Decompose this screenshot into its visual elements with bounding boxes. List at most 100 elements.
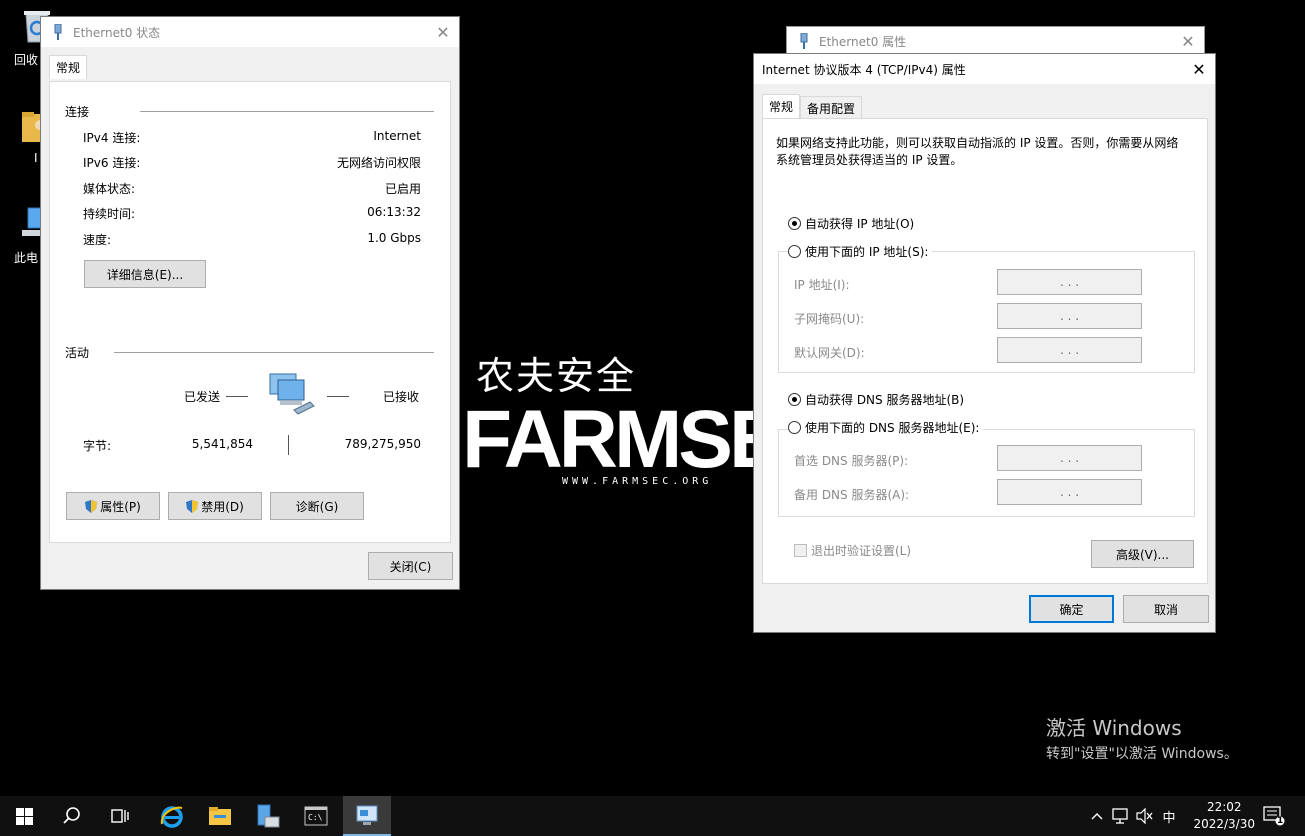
clock[interactable]: 22:02 2022/3/30 bbox=[1193, 799, 1255, 833]
radio-dot bbox=[788, 393, 801, 406]
validate-on-exit-checkbox[interactable]: 退出时验证设置(L) bbox=[794, 542, 911, 559]
description-text: 如果网络支持此功能，则可以获取自动指派的 IP 设置。否则，你需要从网络系统管理… bbox=[776, 136, 1179, 167]
watermark-subtitle: 转到"设置"以激活 Windows。 bbox=[1046, 746, 1238, 762]
logo-wordmark: FARMSE bbox=[462, 394, 784, 485]
tab-panel-general: 如果网络支持此功能，则可以获取自动指派的 IP 设置。否则，你需要从网络系统管理… bbox=[762, 118, 1208, 584]
alternate-dns-field[interactable]: . . . bbox=[997, 479, 1142, 505]
bytes-sent-value: 5,541,854 bbox=[191, 437, 253, 451]
task-view-button[interactable] bbox=[96, 796, 144, 836]
tab-general[interactable]: 常规 bbox=[762, 94, 801, 118]
network-connections-icon bbox=[356, 805, 378, 825]
volume-muted-icon bbox=[1136, 808, 1153, 824]
details-button[interactable]: 详细信息(E)... bbox=[84, 260, 206, 288]
tcpipv4-properties-dialog: Internet 协议版本 4 (TCP/IPv4) 属性 ✕ 常规 备用配置 … bbox=[753, 53, 1216, 633]
speed-value: 1.0 Gbps bbox=[367, 231, 421, 245]
internet-explorer-button[interactable] bbox=[148, 796, 196, 836]
media-state-label: 媒体状态: bbox=[83, 182, 136, 196]
disable-button[interactable]: 禁用(D) bbox=[168, 492, 262, 520]
manual-dns-radio[interactable]: 使用下面的 DNS 服务器地址(E): bbox=[788, 419, 984, 436]
bytes-divider bbox=[288, 435, 289, 455]
manual-ip-label: 使用下面的 IP 地址(S): bbox=[805, 245, 929, 259]
internet-explorer-icon bbox=[160, 806, 183, 828]
preferred-dns-field[interactable]: . . . bbox=[997, 445, 1142, 471]
start-icon bbox=[15, 807, 33, 825]
sent-line bbox=[226, 396, 248, 397]
title-bar[interactable]: Ethernet0 状态 ✕ bbox=[41, 17, 459, 47]
uac-shield-icon bbox=[85, 499, 98, 513]
default-gateway-field[interactable]: . . . bbox=[997, 337, 1142, 363]
manual-ip-radio[interactable]: 使用下面的 IP 地址(S): bbox=[788, 243, 933, 260]
cancel-button[interactable]: 取消 bbox=[1123, 595, 1209, 623]
properties-button-label: 属性(P) bbox=[100, 499, 141, 514]
chevron-up-icon bbox=[1091, 813, 1103, 820]
activate-windows-watermark: 激活 Windows 转到"设置"以激活 Windows。 bbox=[1046, 712, 1238, 763]
close-icon[interactable]: ✕ bbox=[1183, 54, 1215, 84]
ip-address-label: IP 地址(I): bbox=[794, 278, 850, 292]
watermark-title: 激活 Windows bbox=[1046, 716, 1182, 740]
duration-label: 持续时间: bbox=[83, 207, 136, 221]
bytes-label: 字节: bbox=[83, 439, 112, 453]
advanced-button[interactable]: 高级(V)... bbox=[1091, 540, 1194, 568]
taskbar: C:\ 中 22:02 2022/3/30 1 bbox=[0, 796, 1305, 836]
task-view-icon bbox=[111, 809, 129, 823]
command-prompt-button[interactable]: C:\ bbox=[292, 796, 340, 836]
search-button[interactable] bbox=[48, 796, 96, 836]
group-divider bbox=[114, 352, 434, 353]
search-icon bbox=[63, 807, 80, 824]
input-method-button[interactable]: 中 bbox=[1158, 796, 1180, 836]
close-icon[interactable]: ✕ bbox=[1172, 27, 1204, 55]
ok-button[interactable]: 确定 bbox=[1029, 595, 1114, 623]
title-bar[interactable]: Internet 协议版本 4 (TCP/IPv4) 属性 ✕ bbox=[754, 54, 1215, 84]
recv-line bbox=[327, 396, 349, 397]
radio-dot bbox=[788, 217, 801, 230]
auto-ip-label: 自动获得 IP 地址(O) bbox=[805, 217, 915, 231]
file-explorer-button[interactable] bbox=[196, 796, 244, 836]
group-title-connection: 连接 bbox=[65, 105, 90, 119]
window-title: Ethernet0 状态 bbox=[73, 25, 161, 40]
network-activity-icon bbox=[269, 373, 315, 415]
start-button[interactable] bbox=[0, 796, 48, 836]
group-divider bbox=[140, 111, 434, 112]
file-explorer-icon bbox=[209, 807, 231, 825]
ip-address-field[interactable]: . . . bbox=[997, 269, 1142, 295]
duration-value: 06:13:32 bbox=[367, 205, 421, 219]
action-center-button[interactable]: 1 bbox=[1258, 796, 1290, 836]
server-manager-icon bbox=[257, 804, 280, 828]
svg-text:C:\: C:\ bbox=[308, 813, 323, 822]
close-icon[interactable]: ✕ bbox=[427, 17, 459, 47]
title-bar[interactable]: Ethernet0 属性 ✕ bbox=[787, 27, 1204, 55]
window-title: Internet 协议版本 4 (TCP/IPv4) 属性 bbox=[762, 62, 966, 77]
window-title: Ethernet0 属性 bbox=[819, 34, 907, 49]
checkbox-box bbox=[794, 544, 807, 557]
disable-button-label: 禁用(D) bbox=[201, 499, 244, 514]
show-hidden-icons-button[interactable] bbox=[1088, 796, 1106, 836]
ethernet-status-dialog: Ethernet0 状态 ✕ 常规 连接 IPv4 连接: Internet I… bbox=[40, 16, 460, 590]
volume-tray-button[interactable] bbox=[1134, 796, 1156, 836]
radio-dot bbox=[788, 421, 801, 434]
default-gateway-label: 默认网关(D): bbox=[794, 346, 865, 360]
diagnose-button[interactable]: 诊断(G) bbox=[270, 492, 364, 520]
tab-panel-general: 连接 IPv4 连接: Internet IPv6 连接: 无网络访问权限 媒体… bbox=[49, 81, 451, 543]
tab-alternate-config[interactable]: 备用配置 bbox=[800, 96, 863, 118]
ipv6-value: 无网络访问权限 bbox=[336, 156, 421, 170]
network-tray-icon bbox=[1112, 808, 1128, 824]
network-adapter-icon bbox=[54, 24, 62, 40]
tab-general[interactable]: 常规 bbox=[49, 55, 88, 79]
clock-date: 2022/3/30 bbox=[1193, 817, 1255, 831]
properties-button[interactable]: 属性(P) bbox=[66, 492, 160, 520]
auto-ip-radio[interactable]: 自动获得 IP 地址(O) bbox=[788, 215, 919, 232]
radio-dot bbox=[788, 245, 801, 258]
network-adapter-icon bbox=[800, 33, 808, 49]
received-label: 已接收 bbox=[383, 390, 420, 404]
server-manager-button[interactable] bbox=[244, 796, 292, 836]
network-connections-button[interactable] bbox=[343, 796, 391, 836]
logo-chinese-text: 农夫安全 bbox=[476, 354, 637, 398]
preferred-dns-label: 首选 DNS 服务器(P): bbox=[794, 454, 909, 468]
uac-shield-icon bbox=[186, 499, 199, 513]
subnet-mask-field[interactable]: . . . bbox=[997, 303, 1142, 329]
network-tray-button[interactable] bbox=[1110, 796, 1132, 836]
alternate-dns-label: 备用 DNS 服务器(A): bbox=[794, 488, 910, 502]
close-button[interactable]: 关闭(C) bbox=[368, 552, 453, 580]
manual-dns-label: 使用下面的 DNS 服务器地址(E): bbox=[805, 421, 980, 435]
auto-dns-radio[interactable]: 自动获得 DNS 服务器地址(B) bbox=[788, 391, 969, 408]
